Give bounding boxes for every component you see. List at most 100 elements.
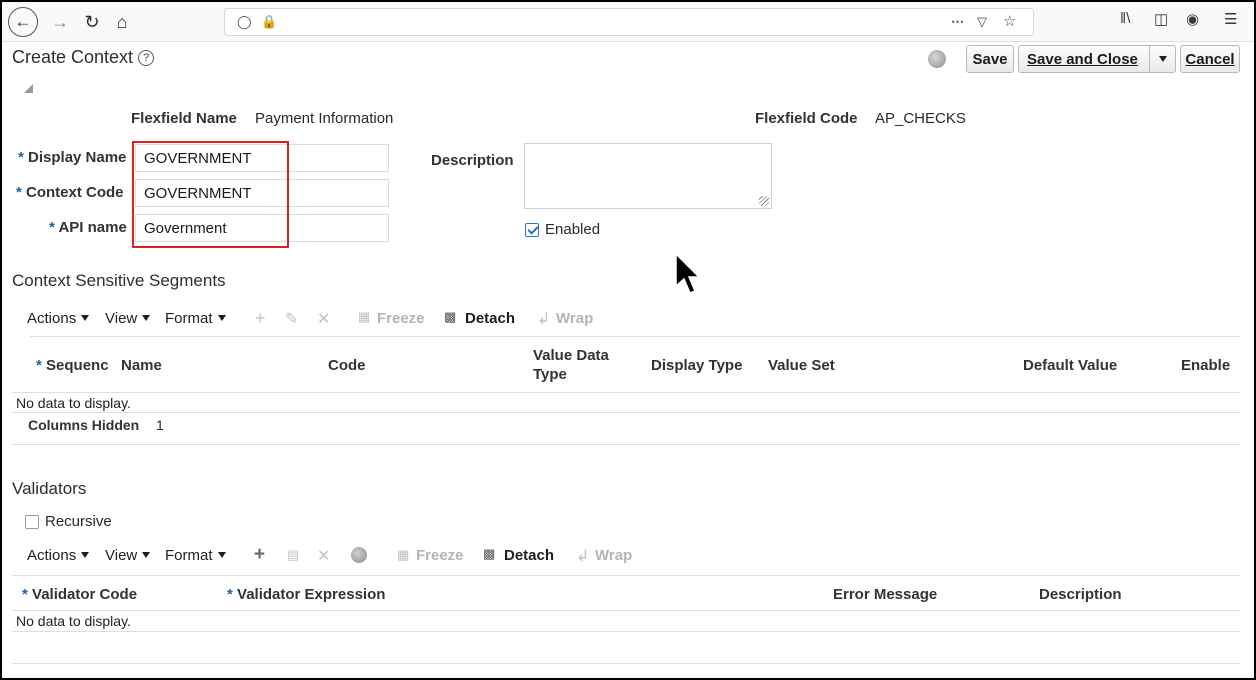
- col-name[interactable]: Name: [121, 356, 162, 375]
- validators-no-data: No data to display.: [16, 613, 131, 629]
- col-description[interactable]: Description: [1039, 585, 1122, 604]
- columns-hidden-label: Columns Hidden: [28, 417, 140, 433]
- validators-format-menu[interactable]: Format: [165, 547, 226, 564]
- format-label: Format: [165, 547, 213, 564]
- back-arrow-icon[interactable]: ←: [8, 7, 38, 37]
- validators-freeze-button[interactable]: Freeze: [416, 547, 464, 564]
- freeze-icon: ▦: [358, 309, 371, 324]
- segments-detach-button[interactable]: Detach: [465, 310, 515, 327]
- reload-icon[interactable]: ↻: [78, 8, 106, 36]
- validators-section-title: Validators: [12, 479, 87, 498]
- collapse-triangle-icon[interactable]: [24, 84, 33, 93]
- url-bar[interactable]: ◯ 🔒 ⋯ ▽ ☆: [224, 8, 1034, 36]
- page-title: Create Context?: [12, 47, 155, 68]
- forward-arrow-icon[interactable]: →: [46, 8, 74, 36]
- col-value-data-text: Value Data: [533, 347, 609, 364]
- highlight-box: [132, 141, 289, 248]
- validators-wrap-button[interactable]: Wrap: [595, 547, 632, 564]
- enabled-label: Enabled: [545, 221, 601, 238]
- hamburger-menu-icon[interactable]: ☰: [1224, 10, 1237, 28]
- help-icon[interactable]: ?: [138, 50, 155, 66]
- context-code-label: * Context Code: [16, 184, 124, 201]
- pocket-icon[interactable]: ▽: [977, 14, 987, 30]
- resize-grip-icon[interactable]: [759, 196, 769, 206]
- add-icon[interactable]: +: [254, 544, 265, 566]
- detach-icon: ▩: [483, 546, 496, 561]
- edit-pencil-icon[interactable]: ✎: [285, 309, 298, 329]
- flexfield-name-value: Payment Information: [255, 110, 394, 127]
- validators-header-border: [12, 610, 1240, 611]
- col-value-data-type[interactable]: Value Data Type: [533, 346, 609, 384]
- validators-table-top-border: [12, 575, 1240, 576]
- flexfield-code-label: Flexfield Code: [755, 110, 858, 127]
- add-icon[interactable]: +: [255, 308, 266, 329]
- delete-x-icon[interactable]: ✕: [317, 546, 330, 566]
- segments-view-menu[interactable]: View: [105, 310, 151, 327]
- more-icon[interactable]: ⋯: [951, 14, 964, 30]
- segments-table-top-border: [30, 336, 1240, 337]
- recursive-checkbox[interactable]: [25, 515, 39, 529]
- wrap-icon: ↲: [537, 311, 551, 328]
- flexfield-name-label: Flexfield Name: [131, 110, 237, 127]
- validators-footer-border: [12, 663, 1240, 664]
- validators-actions-menu[interactable]: Actions: [27, 547, 90, 564]
- account-icon[interactable]: ◉: [1186, 10, 1199, 28]
- segments-header-border: [12, 392, 1240, 393]
- page-title-text: Create Context: [12, 47, 134, 67]
- tracking-shield-icon[interactable]: ◯: [237, 14, 252, 30]
- save-and-close-button[interactable]: Save and Close: [1018, 45, 1176, 73]
- save-button[interactable]: Save: [966, 45, 1014, 73]
- detach-icon: ▩: [444, 309, 457, 324]
- validators-view-menu[interactable]: View: [105, 547, 151, 564]
- flexfield-code-value: AP_CHECKS: [875, 110, 966, 127]
- col-code[interactable]: Code: [328, 356, 366, 375]
- segments-wrap-button[interactable]: Wrap: [556, 310, 593, 327]
- col-validator-code[interactable]: * Validator Code: [22, 585, 137, 604]
- col-sequence[interactable]: * Sequenc: [36, 356, 109, 375]
- recursive-label: Recursive: [45, 513, 112, 530]
- mouse-cursor-icon: [675, 252, 700, 294]
- context-code-label-text: Context Code: [26, 184, 124, 201]
- view-label: View: [105, 310, 138, 327]
- lock-icon: 🔒: [261, 14, 278, 29]
- col-display-type[interactable]: Display Type: [651, 356, 742, 375]
- globe-icon[interactable]: [351, 547, 367, 563]
- save-dropdown-icon[interactable]: [1149, 46, 1175, 72]
- col-error-message[interactable]: Error Message: [833, 585, 937, 604]
- col-validator-expression[interactable]: * Validator Expression: [227, 585, 385, 604]
- col-validator-code-text: Validator Code: [32, 586, 138, 603]
- browser-toolbar: ← → ↻ ⌂ ◯ 🔒 ⋯ ▽ ☆ ‖\ ◫ ◉ ☰: [2, 2, 1254, 42]
- segments-footer-border: [12, 444, 1240, 445]
- col-value-set[interactable]: Value Set: [768, 356, 835, 375]
- delete-x-icon[interactable]: ✕: [317, 309, 330, 329]
- save-and-close-label: Save and Close: [1027, 50, 1138, 68]
- wrap-icon: ↲: [576, 548, 590, 565]
- col-enabled[interactable]: Enable: [1181, 356, 1230, 375]
- sidebar-icon[interactable]: ◫: [1154, 10, 1168, 28]
- freeze-icon: ▦: [397, 547, 410, 562]
- screenshot-frame: [0, 0, 1256, 680]
- segments-no-data: No data to display.: [16, 395, 131, 411]
- api-name-label: * API name: [49, 219, 127, 236]
- cancel-button[interactable]: Cancel: [1180, 45, 1240, 73]
- edit-icon[interactable]: ▤: [287, 547, 299, 563]
- validators-row-border: [12, 631, 1240, 632]
- description-field[interactable]: [524, 143, 772, 209]
- segments-freeze-button[interactable]: Freeze: [377, 310, 425, 327]
- view-label: View: [105, 547, 138, 564]
- col-default-value[interactable]: Default Value: [1023, 356, 1117, 375]
- segments-format-menu[interactable]: Format: [165, 310, 226, 327]
- col-sequence-text: Sequenc: [46, 357, 109, 374]
- segments-actions-menu[interactable]: Actions: [27, 310, 90, 327]
- library-icon[interactable]: ‖\: [1120, 10, 1130, 27]
- bookmark-star-icon[interactable]: ☆: [1003, 12, 1016, 30]
- globe-icon[interactable]: [928, 50, 946, 68]
- cancel-label: Cancel: [1185, 50, 1235, 68]
- segments-row-border: [12, 412, 1240, 413]
- segments-section-title: Context Sensitive Segments: [12, 271, 226, 290]
- api-name-label-text: API name: [58, 219, 127, 236]
- validators-detach-button[interactable]: Detach: [504, 547, 554, 564]
- enabled-checkbox[interactable]: [525, 223, 539, 237]
- home-icon[interactable]: ⌂: [108, 8, 136, 36]
- actions-label: Actions: [27, 547, 77, 564]
